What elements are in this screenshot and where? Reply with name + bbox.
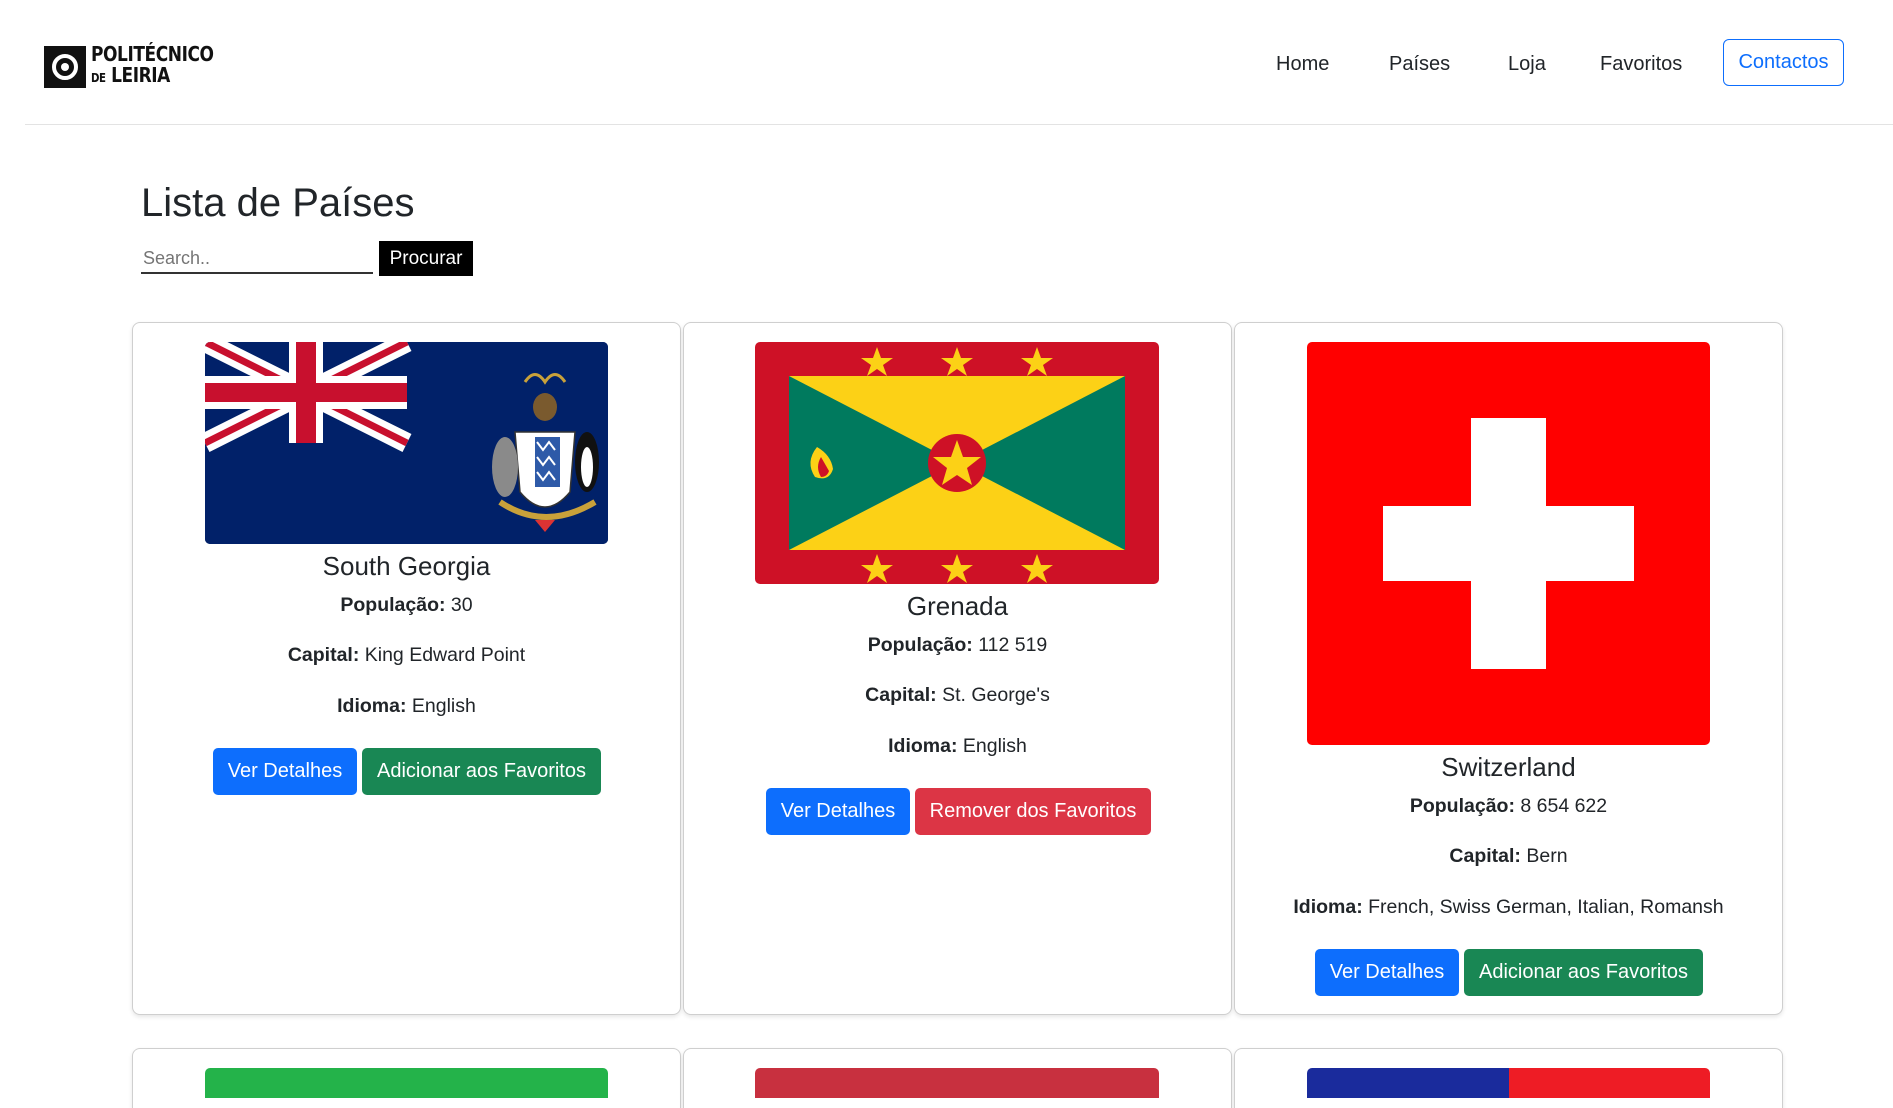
search-input[interactable] bbox=[141, 244, 373, 274]
nav-link-home[interactable]: Home bbox=[1276, 53, 1329, 76]
country-name: Switzerland bbox=[1441, 752, 1576, 782]
country-card bbox=[132, 1048, 681, 1108]
logo-text: POLITÉCNICO DE LEIRIA bbox=[91, 42, 214, 87]
remove-favorite-button[interactable]: Remover dos Favoritos bbox=[915, 788, 1151, 835]
search-button[interactable]: Procurar bbox=[379, 241, 473, 276]
country-card-grenada: Grenada População: 112 519 Capital: St. … bbox=[683, 322, 1232, 1015]
country-population: População: 112 519 bbox=[867, 634, 1048, 656]
nav-link-paises[interactable]: Países bbox=[1389, 53, 1450, 76]
nav-link-loja[interactable]: Loja bbox=[1508, 53, 1546, 76]
logo[interactable]: POLITÉCNICO DE LEIRIA bbox=[44, 44, 235, 89]
country-capital: Capital: St. George's bbox=[865, 684, 1050, 706]
country-language: Idioma: French, Swiss German, Italian, R… bbox=[1293, 896, 1724, 918]
ver-detalhes-button[interactable]: Ver Detalhes bbox=[766, 788, 910, 835]
country-language: Idioma: English bbox=[888, 735, 1027, 757]
country-card bbox=[683, 1048, 1232, 1108]
switzerland-flag-icon bbox=[1307, 342, 1710, 745]
country-population: População: 8 654 622 bbox=[1409, 795, 1608, 817]
nav-link-favoritos[interactable]: Favoritos bbox=[1600, 53, 1682, 76]
country-name: Grenada bbox=[906, 591, 1009, 621]
flag-icon bbox=[205, 1068, 608, 1098]
grenada-flag-icon bbox=[755, 342, 1159, 584]
navbar: POLITÉCNICO DE LEIRIA Home Países Loja F… bbox=[0, 0, 1893, 124]
country-card-south-georgia: South Georgia População: 30 Capital: Kin… bbox=[132, 322, 681, 1015]
contactos-button[interactable]: Contactos bbox=[1723, 39, 1844, 86]
country-population: População: 30 bbox=[340, 594, 473, 616]
country-capital: Capital: Bern bbox=[1449, 845, 1568, 867]
country-name: South Georgia bbox=[322, 551, 491, 581]
add-favorite-button[interactable]: Adicionar aos Favoritos bbox=[1464, 949, 1703, 996]
country-card bbox=[1234, 1048, 1783, 1108]
ver-detalhes-button[interactable]: Ver Detalhes bbox=[213, 748, 357, 795]
logo-icon bbox=[44, 45, 86, 88]
page-title: Lista de Países bbox=[141, 181, 415, 225]
ver-detalhes-button[interactable]: Ver Detalhes bbox=[1315, 949, 1459, 996]
country-language: Idioma: English bbox=[337, 695, 476, 717]
country-card-switzerland: Switzerland População: 8 654 622 Capital… bbox=[1234, 322, 1783, 1015]
south-georgia-flag-icon bbox=[205, 342, 608, 544]
add-favorite-button[interactable]: Adicionar aos Favoritos bbox=[362, 748, 601, 795]
nav-divider bbox=[25, 124, 1893, 125]
flag-icon bbox=[1307, 1068, 1710, 1098]
flag-icon bbox=[755, 1068, 1159, 1098]
country-capital: Capital: King Edward Point bbox=[287, 644, 526, 666]
